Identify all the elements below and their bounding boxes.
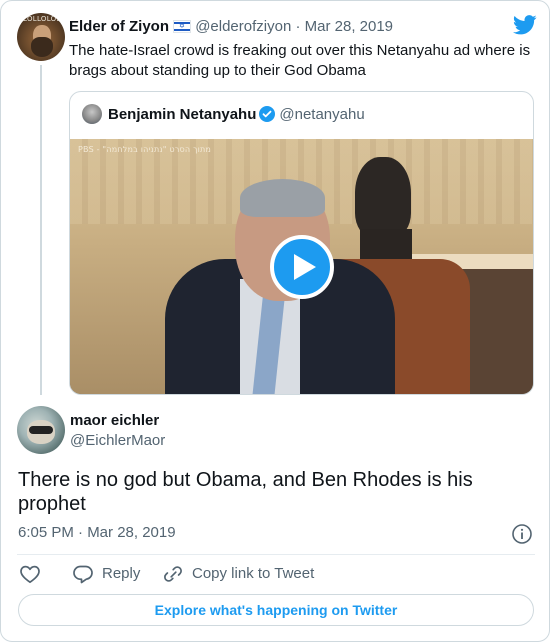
parent-header: Elder of Ziyon ✡ @elderofziyon · Mar 28, … <box>69 17 393 37</box>
copy-link-label: Copy link to Tweet <box>192 565 315 582</box>
quoted-tweet[interactable]: Benjamin Netanyahu @netanyahu PBS - "מתו… <box>69 91 534 395</box>
reply-label: Reply <box>102 565 141 582</box>
quoted-author-name[interactable]: Benjamin Netanyahu <box>108 106 256 123</box>
heart-icon <box>20 565 40 584</box>
parent-avatar[interactable]: LOLLOLOL <box>17 13 65 61</box>
like-button[interactable] <box>19 563 41 585</box>
reply-avatar[interactable] <box>17 406 65 454</box>
quoted-avatar[interactable] <box>82 104 102 124</box>
verified-badge-icon <box>259 106 276 122</box>
dot-separator: · <box>295 18 301 35</box>
israel-flag-icon: ✡ <box>173 20 192 33</box>
reply-timestamp-link[interactable]: 6:05 PM · Mar 28, 2019 <box>18 524 176 542</box>
reply-tweet-text: There is no god but Obama, and Ben Rhode… <box>18 469 473 515</box>
tweet-embed-card: LOLLOLOL Elder of Ziyon ✡ @elderofziyon ·… <box>0 0 550 642</box>
parent-author-name[interactable]: Elder of Ziyon <box>69 18 169 35</box>
avatar-caption: LOLLOLOL <box>23 15 61 23</box>
parent-date-link[interactable]: Mar 28, 2019 <box>305 18 393 35</box>
link-icon <box>164 566 182 582</box>
play-icon <box>294 254 316 280</box>
parent-tweet-text: The hate-Israel crowd is freaking out ov… <box>69 42 531 79</box>
divider <box>17 554 535 555</box>
twitter-bird-icon[interactable] <box>513 15 537 35</box>
thread-connector-line <box>40 65 42 395</box>
info-icon[interactable] <box>511 523 533 545</box>
avatar-beard <box>31 37 53 57</box>
video-thumbnail[interactable]: PBS - "מתוך הסרט "נתניהו במלחמה <box>70 139 533 394</box>
reply-bubble-icon <box>73 565 93 584</box>
quoted-header: Benjamin Netanyahu @netanyahu <box>82 104 365 126</box>
play-button[interactable] <box>270 235 334 299</box>
quoted-author-handle[interactable]: @netanyahu <box>279 106 364 123</box>
parent-author-handle[interactable]: @elderofziyon <box>195 18 291 35</box>
copy-link-button[interactable]: Copy link to Tweet <box>162 563 362 585</box>
explore-twitter-button[interactable]: Explore what's happening on Twitter <box>18 594 534 626</box>
reply-author-handle[interactable]: @EichlerMaor <box>70 432 165 450</box>
reply-author-name[interactable]: maor eichler <box>70 412 159 430</box>
reply-button[interactable]: Reply <box>72 563 162 585</box>
bust-sculpture <box>355 157 411 237</box>
video-overlay-text: PBS - "מתוך הסרט "נתניהו במלחמה <box>78 145 212 154</box>
